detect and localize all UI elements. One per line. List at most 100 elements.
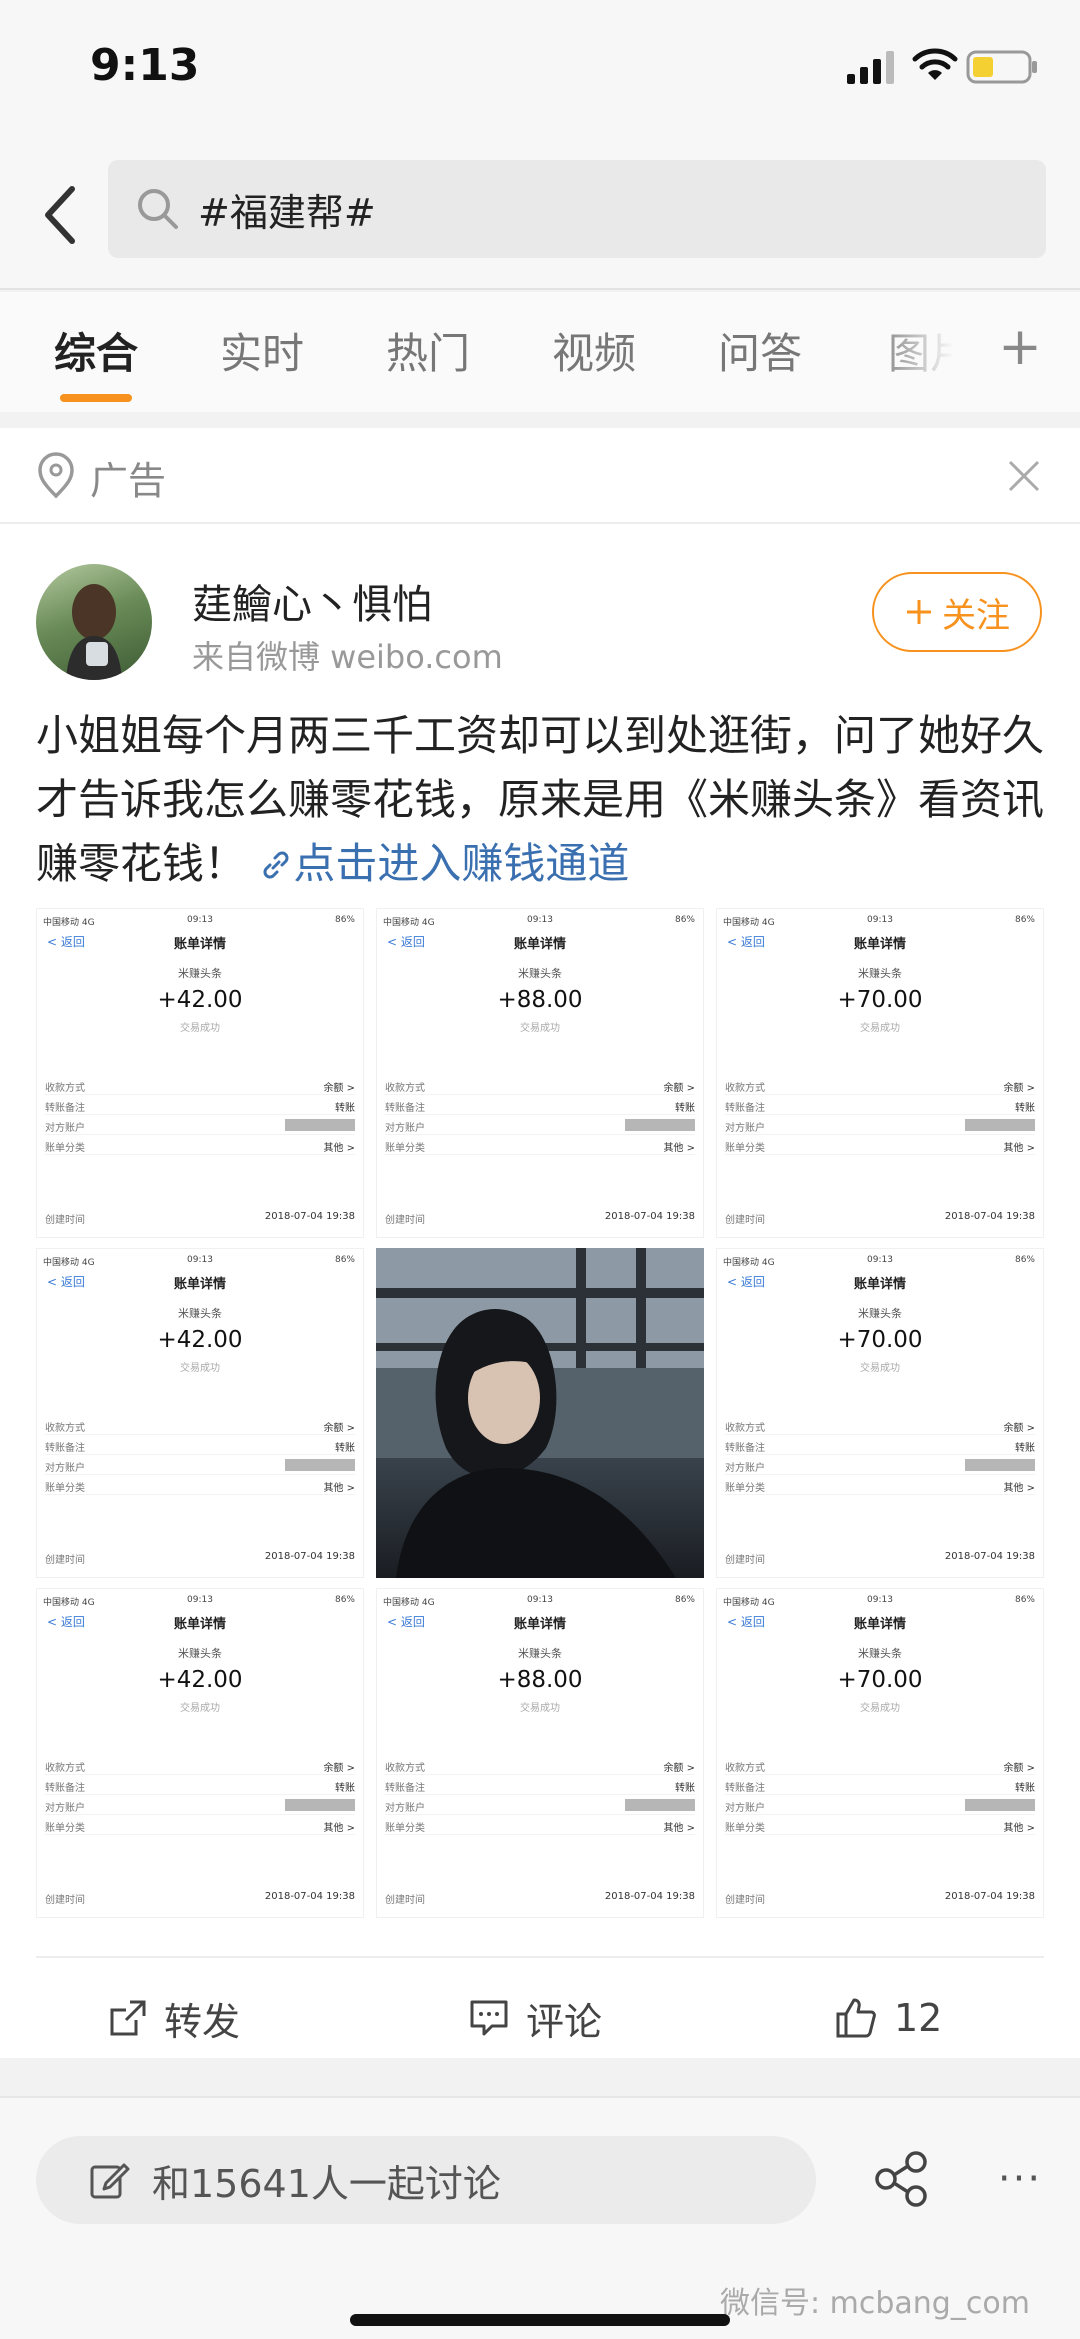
receipt-back: < 返回 — [47, 1275, 85, 1289]
receipt-time: 09:13 — [527, 1595, 553, 1605]
receipt-carrier: 中国移动 4G — [723, 1598, 775, 1608]
receipt-redacted-account — [625, 1799, 695, 1811]
receipt-carrier: 中国移动 4G — [383, 918, 435, 928]
receipt-row-label: 对方账户 — [385, 1803, 425, 1814]
receipt-status: 交易成功 — [860, 1023, 900, 1034]
receipt-time: 09:13 — [867, 915, 893, 925]
receipt-redacted-account — [285, 1119, 355, 1131]
close-icon[interactable] — [1004, 456, 1044, 496]
grid-receipt-screenshot[interactable]: 中国移动 4G 09:13 86% 账单详情 < 返回 米赚头条 +42.00 交易成功 收款方… — [36, 1248, 364, 1578]
receipt-row-value: 转账 — [335, 1103, 355, 1114]
receipt-row-label: 转账备注 — [725, 1103, 765, 1114]
receipt-row-label: 对方账户 — [385, 1123, 425, 1134]
receipt-row-value: 余额 > — [323, 1083, 355, 1094]
receipt-row-label: 对方账户 — [45, 1123, 85, 1134]
receipt-row: 账单分类 其他 > — [725, 1819, 1035, 1835]
grid-receipt-screenshot[interactable]: 中国移动 4G 09:13 86% 账单详情 < 返回 米赚头条 +70.00 交易成功 收款方… — [716, 1588, 1044, 1918]
status-bar: 9:13 — [0, 0, 1080, 140]
receipt-battery: 86% — [334, 915, 355, 925]
receipt-row: 账单分类 其他 > — [45, 1139, 355, 1155]
share-icon[interactable] — [872, 2144, 932, 2214]
receipt-row-value: 转账 — [335, 1783, 355, 1794]
receipt-row: 对方账户 — [725, 1119, 1035, 1135]
back-button[interactable] — [30, 180, 90, 250]
receipt-row-label: 账单分类 — [725, 1483, 765, 1494]
receipt-status-bar: 中国移动 4G 09:13 86% — [37, 1255, 363, 1269]
post-link[interactable]: 点击进入赚钱通道 — [259, 839, 629, 888]
grid-receipt-screenshot[interactable]: 中国移动 4G 09:13 86% 账单详情 < 返回 米赚头条 +42.00 交易成功 收款方… — [36, 908, 364, 1238]
tab-realtime[interactable]: 实时 — [220, 320, 304, 381]
receipt-status-bar: 中国移动 4G 09:13 86% — [717, 1255, 1043, 1269]
tab-bar: 综合 实时 热门 视频 问答 图片 + — [0, 292, 1080, 412]
search-icon — [138, 189, 178, 229]
receipt-carrier: 中国移动 4G — [43, 918, 95, 928]
receipt-created: 创建时间 2018-07-04 19:38 — [725, 1551, 1035, 1566]
comment-button[interactable]: 评论 — [468, 1968, 602, 2068]
receipt-title: 账单详情 — [853, 937, 906, 952]
receipt-back: < 返回 — [47, 1615, 85, 1629]
grid-photo[interactable] — [376, 1248, 704, 1578]
like-button[interactable]: 12 — [834, 1968, 942, 2068]
search-query: #福建帮# — [198, 190, 376, 235]
receipt-merchant: 米赚头条 — [518, 1647, 562, 1660]
follow-button[interactable]: 关注 — [872, 572, 1042, 652]
grid-receipt-screenshot[interactable]: 中国移动 4G 09:13 86% 账单详情 < 返回 米赚头条 +70.00 交易成功 收款方… — [716, 908, 1044, 1238]
receipt-row: 对方账户 — [725, 1799, 1035, 1815]
receipt-carrier: 中国移动 4G — [723, 918, 775, 928]
receipt-row-value: 其他 > — [663, 1823, 695, 1834]
tab-hot[interactable]: 热门 — [386, 320, 470, 381]
receipt-row-label: 转账备注 — [45, 1783, 85, 1794]
add-tab-button[interactable]: + — [990, 312, 1050, 382]
receipt-back: < 返回 — [47, 935, 85, 949]
receipt-row-value: 其他 > — [323, 1483, 355, 1494]
receipt-time: 09:13 — [867, 1595, 893, 1605]
discuss-input[interactable]: 和15641人一起讨论 — [36, 2136, 816, 2224]
receipt-created: 创建时间 2018-07-04 19:38 — [45, 1551, 355, 1566]
receipt-row-label: 对方账户 — [45, 1463, 85, 1474]
receipt-created-value: 2018-07-04 19:38 — [264, 1551, 355, 1562]
tab-video[interactable]: 视频 — [552, 320, 636, 381]
grid-receipt-screenshot[interactable]: 中国移动 4G 09:13 86% 账单详情 < 返回 米赚头条 +42.00 交易成功 收款方… — [36, 1588, 364, 1918]
like-count: 12 — [894, 1996, 943, 2040]
receipt-merchant: 米赚头条 — [178, 1307, 222, 1320]
receipt-created-value: 2018-07-04 19:38 — [604, 1891, 695, 1902]
receipt-row: 账单分类 其他 > — [45, 1819, 355, 1835]
avatar[interactable] — [36, 564, 152, 680]
grid-receipt-screenshot[interactable]: 中国移动 4G 09:13 86% 账单详情 < 返回 米赚头条 +70.00 交易成功 收款方… — [716, 1248, 1044, 1578]
receipt-row-label: 对方账户 — [725, 1463, 765, 1474]
receipt-battery: 86% — [334, 1595, 355, 1605]
receipt-row: 收款方式 余额 > — [725, 1079, 1035, 1095]
receipt-amount: +88.00 — [497, 987, 583, 1013]
receipt-merchant: 米赚头条 — [858, 1647, 902, 1660]
grid-receipt-screenshot[interactable]: 中国移动 4G 09:13 86% 账单详情 < 返回 米赚头条 +88.00 交易成功 收款方… — [376, 1588, 704, 1918]
receipt-created: 创建时间 2018-07-04 19:38 — [385, 1891, 695, 1906]
receipt-status: 交易成功 — [180, 1703, 220, 1714]
receipt-carrier: 中国移动 4G — [723, 1258, 775, 1268]
receipt-row: 账单分类 其他 > — [45, 1479, 355, 1495]
link-icon — [263, 851, 289, 879]
receipt-row-label: 收款方式 — [385, 1763, 425, 1774]
receipt-redacted-account — [285, 1459, 355, 1471]
search-input[interactable]: #福建帮# — [108, 160, 1046, 258]
receipt-row: 收款方式 余额 > — [385, 1759, 695, 1775]
receipt-status-bar: 中国移动 4G 09:13 86% — [37, 1595, 363, 1609]
receipt-row-label: 收款方式 — [725, 1423, 765, 1434]
more-options-icon[interactable]: ··· — [990, 2144, 1050, 2214]
repost-button[interactable]: 转发 — [108, 1968, 240, 2068]
post-username[interactable]: 莛鱠心丶惧怕 — [192, 572, 432, 630]
cellular-signal-icon — [847, 51, 894, 84]
receipt-row-value: 其他 > — [1003, 1823, 1035, 1834]
grid-receipt-screenshot[interactable]: 中国移动 4G 09:13 86% 账单详情 < 返回 米赚头条 +88.00 交易成功 收款方… — [376, 908, 704, 1238]
tab-qa[interactable]: 问答 — [718, 320, 802, 381]
receipt-row-value: 转账 — [335, 1443, 355, 1454]
receipt-redacted-account — [625, 1119, 695, 1131]
receipt-merchant: 米赚头条 — [518, 967, 562, 980]
receipt-row: 对方账户 — [725, 1459, 1035, 1475]
receipt-battery: 86% — [674, 915, 695, 925]
receipt-merchant: 米赚头条 — [858, 1307, 902, 1320]
repost-label: 转发 — [164, 1999, 241, 2044]
home-indicator[interactable] — [350, 2314, 730, 2326]
tab-comprehensive[interactable]: 综合 — [54, 320, 138, 381]
receipt-row: 收款方式 余额 > — [45, 1759, 355, 1775]
receipt-row-label: 账单分类 — [45, 1483, 85, 1494]
